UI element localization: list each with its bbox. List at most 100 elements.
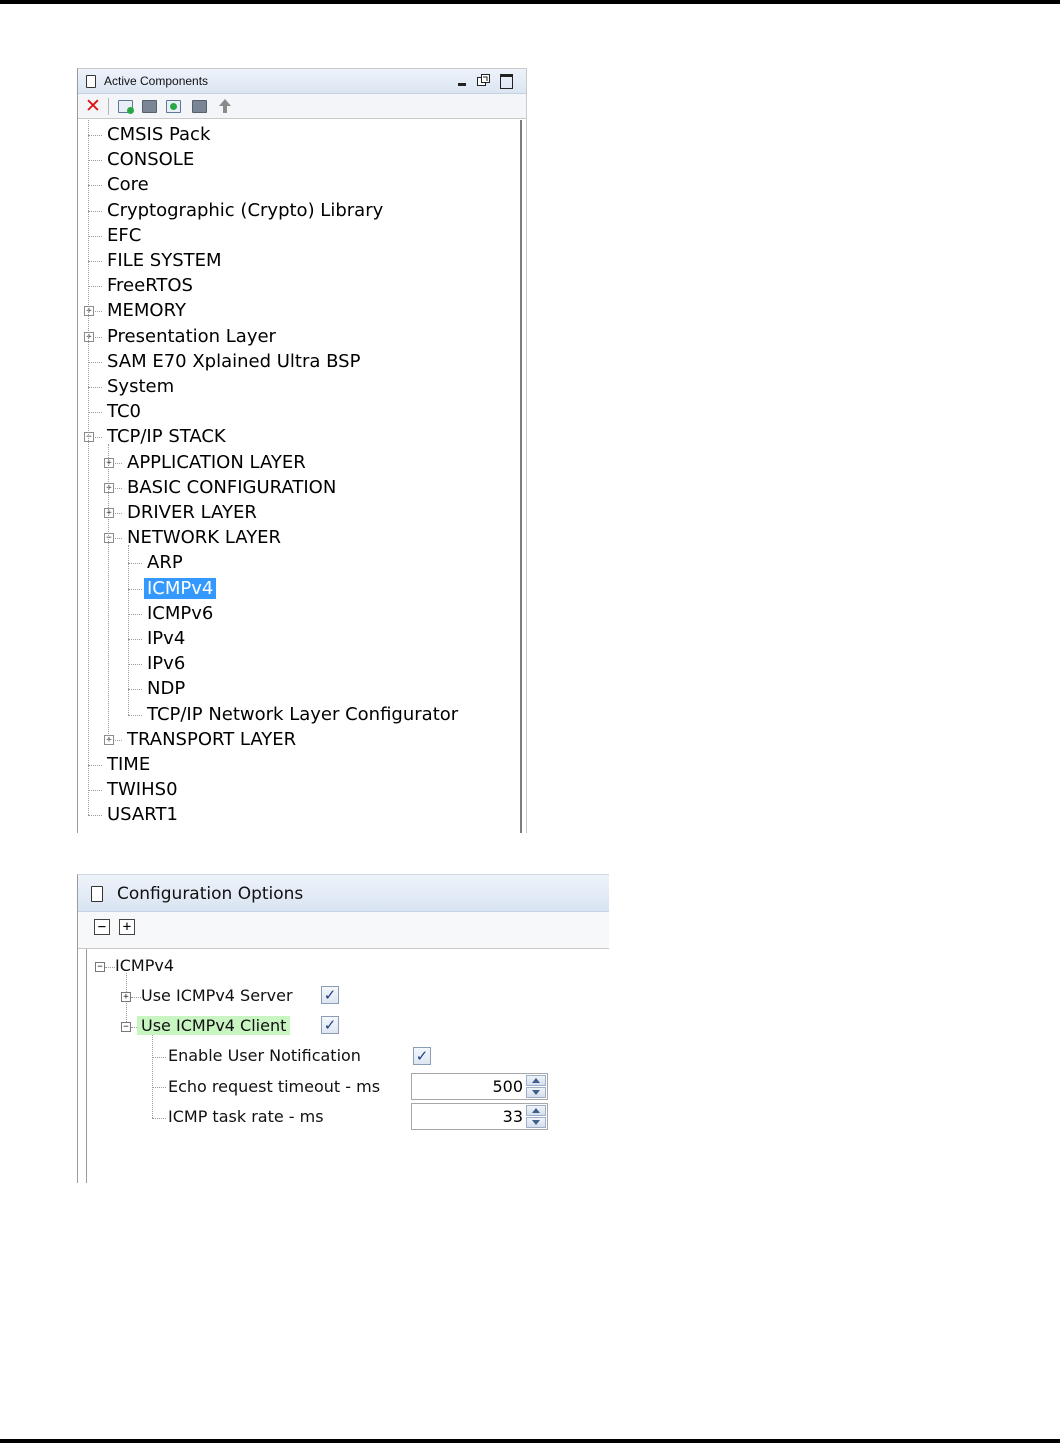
tree-item-label[interactable]: SAM E70 Xplained Ultra BSP [104, 351, 363, 372]
tree-item[interactable]: TCP/IP Network Layer Configurator [144, 702, 461, 727]
collapse-icon[interactable]: − [104, 533, 114, 544]
tree-item-label[interactable]: APPLICATION LAYER [124, 452, 309, 473]
tree-item-label[interactable]: EFC [104, 225, 144, 246]
spin-up-icon[interactable] [526, 1105, 546, 1116]
tree-item-label[interactable]: Presentation Layer [104, 326, 279, 347]
tree-item-label[interactable]: TWIHS0 [104, 779, 181, 800]
tree-item[interactable]: TC0 [104, 399, 144, 424]
tree-item-label[interactable]: IPv6 [144, 653, 188, 674]
tree-item[interactable]: FILE SYSTEM [104, 248, 225, 273]
tree-item[interactable]: DRIVER LAYER [124, 500, 260, 525]
tree-item-label[interactable]: NDP [144, 678, 188, 699]
tree-item-label-selected[interactable]: ICMPv4 [144, 577, 217, 599]
tree-item-label[interactable]: TC0 [104, 401, 144, 422]
tree-connector [152, 1087, 166, 1088]
tree-item[interactable]: IPv6 [144, 651, 188, 676]
configuration-options-title: Configuration Options [117, 884, 304, 904]
tree-item[interactable]: Cryptographic (Crypto) Library [104, 198, 386, 223]
tree-item[interactable]: FreeRTOS [104, 273, 196, 298]
expand-icon[interactable]: + [104, 508, 114, 518]
tree-connector [152, 1033, 153, 1118]
maximize-icon[interactable] [500, 74, 513, 89]
tree-item-label[interactable]: CONSOLE [104, 149, 197, 170]
use-client-label[interactable]: Use ICMPv4 Client [137, 1016, 291, 1035]
restore-icon[interactable] [477, 74, 490, 87]
tree-item[interactable]: TRANSPORT LAYER [124, 727, 299, 752]
tree-item-label[interactable]: IPv4 [144, 628, 188, 649]
expand-icon[interactable]: + [84, 331, 94, 342]
tree-item[interactable]: TCP/IP STACK [104, 424, 229, 449]
tree-item[interactable]: NDP [144, 676, 188, 701]
component-icon[interactable] [142, 100, 157, 113]
tree-item[interactable]: SAM E70 Xplained Ultra BSP [104, 349, 363, 374]
use-server-checkbox[interactable]: ✓ [321, 986, 339, 1004]
tree-item-label[interactable]: System [104, 376, 177, 397]
task-rate-spinner[interactable]: 33 [411, 1103, 548, 1130]
tree-connector [88, 235, 102, 237]
tree-item[interactable]: Core [104, 172, 152, 197]
tree-item-label[interactable]: Core [104, 174, 152, 195]
tree-item[interactable]: MEMORY [104, 298, 189, 323]
tree-item[interactable]: ARP [144, 550, 186, 575]
tree-item[interactable]: TIME [104, 752, 153, 777]
tree-item[interactable]: ICMPv4 [144, 576, 217, 601]
tree-connector [128, 563, 142, 565]
tree-item-label[interactable]: TRANSPORT LAYER [124, 729, 299, 750]
tree-connector [128, 639, 142, 640]
expand-all-button[interactable]: + [119, 919, 135, 935]
echo-timeout-value[interactable]: 500 [492, 1077, 523, 1096]
collapse-icon[interactable]: − [84, 432, 94, 443]
echo-timeout-spinner[interactable]: 500 [411, 1073, 548, 1100]
tree-connector [88, 361, 102, 363]
tree-item-label[interactable]: USART1 [104, 804, 181, 825]
use-server-label[interactable]: Use ICMPv4 Server [141, 985, 293, 1007]
tree-item[interactable]: ICMPv6 [144, 601, 216, 626]
component-icon-2[interactable] [192, 100, 207, 113]
tree-item[interactable]: System [104, 374, 177, 399]
tree-item-label[interactable]: FreeRTOS [104, 275, 196, 296]
tree-item-label[interactable]: BASIC CONFIGURATION [124, 477, 339, 498]
tree-item-label[interactable]: NETWORK LAYER [124, 527, 284, 548]
collapse-all-button[interactable]: − [94, 919, 110, 935]
tree-item[interactable]: Presentation Layer [104, 324, 279, 349]
enable-notification-checkbox[interactable]: ✓ [413, 1047, 431, 1065]
expand-icon[interactable]: + [104, 457, 114, 468]
expand-icon[interactable]: + [104, 482, 114, 493]
expand-icon[interactable]: + [84, 306, 94, 317]
minimize-icon[interactable] [458, 83, 466, 86]
use-client-row[interactable]: Use ICMPv4 Client [137, 1015, 291, 1037]
tree-item[interactable]: TWIHS0 [104, 777, 181, 802]
collapse-client-icon[interactable]: − [121, 1022, 131, 1032]
task-rate-value[interactable]: 33 [503, 1107, 523, 1126]
spin-up-icon[interactable] [526, 1075, 546, 1086]
tree-connector [128, 613, 142, 615]
tree-item-label[interactable]: TIME [104, 754, 153, 775]
tree-connector [88, 790, 102, 792]
tree-item-label[interactable]: TCP/IP Network Layer Configurator [144, 704, 461, 725]
tree-item[interactable]: CONSOLE [104, 147, 197, 172]
config-root-label[interactable]: ICMPv4 [115, 955, 174, 977]
tree-item-label[interactable]: CMSIS Pack [104, 124, 213, 145]
tree-item[interactable]: BASIC CONFIGURATION [124, 475, 339, 500]
tree-item-label[interactable]: FILE SYSTEM [104, 250, 225, 271]
tree-item[interactable]: IPv4 [144, 626, 188, 651]
expand-icon[interactable]: + [104, 734, 114, 745]
spin-down-icon[interactable] [526, 1087, 546, 1098]
tree-item-label[interactable]: ICMPv6 [144, 603, 216, 624]
tree-item-label[interactable]: ARP [144, 552, 186, 573]
tree-item[interactable]: EFC [104, 223, 144, 248]
use-client-checkbox[interactable]: ✓ [321, 1016, 339, 1034]
configuration-options-panel: Configuration Options − + − ICMPv4 + Use… [77, 874, 609, 1183]
tree-item[interactable]: NETWORK LAYER [124, 525, 284, 550]
tree-item-label[interactable]: DRIVER LAYER [124, 502, 260, 523]
remove-component-icon[interactable]: ✕ [85, 97, 101, 116]
tree-item-label[interactable]: TCP/IP STACK [104, 426, 229, 447]
tree-item[interactable]: USART1 [104, 802, 181, 827]
spin-down-icon[interactable] [526, 1117, 546, 1128]
tree-item-label[interactable]: Cryptographic (Crypto) Library [104, 200, 386, 221]
tree-item-label[interactable]: MEMORY [104, 300, 189, 321]
expand-server-icon[interactable]: + [121, 992, 131, 1002]
tree-item[interactable]: APPLICATION LAYER [124, 450, 309, 475]
tree-item[interactable]: CMSIS Pack [104, 122, 213, 147]
collapse-icmpv4-icon[interactable]: − [95, 962, 105, 972]
